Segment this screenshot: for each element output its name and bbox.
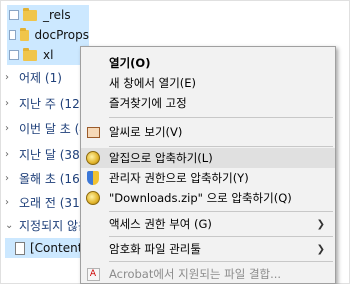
group-header-yesterday[interactable]: › 어제 (1) xyxy=(5,67,62,87)
acrobat-icon: A xyxy=(86,267,100,281)
chevron-right-icon: ❯ xyxy=(316,218,325,230)
group-header-unspecified[interactable]: ⌄ 지정되지 않음 xyxy=(5,215,89,235)
chevron-right-icon[interactable]: › xyxy=(5,173,15,184)
menu-icon-slot xyxy=(81,214,105,234)
group-header-early-this-month[interactable]: › 이번 달 초 (4) xyxy=(5,118,92,138)
folder-label: docProps xyxy=(34,28,89,42)
menu-item-label: 관리자 권한으로 압축하기(Y) xyxy=(109,171,249,185)
menu-item-label: 암호화 파일 관리툴 xyxy=(109,242,201,256)
menu-separator xyxy=(109,236,333,237)
context-menu: 열기(O) 새 창에서 열기(E) 즐겨찾기에 고정 알씨로 보기(V) 알집으… xyxy=(80,46,336,284)
folder-icon xyxy=(19,27,29,41)
menu-item-label: 알씨로 보기(V) xyxy=(109,125,183,139)
admin-shield-icon xyxy=(86,171,100,185)
menu-icon-slot xyxy=(81,188,105,208)
folder-label: _rels xyxy=(43,8,71,22)
alzip-icon xyxy=(86,191,100,205)
menu-icon-slot: A xyxy=(81,264,105,284)
menu-item-label: 액세스 권한 부여 (G) xyxy=(109,217,212,231)
document-icon xyxy=(15,241,25,255)
chevron-right-icon[interactable]: › xyxy=(5,98,15,109)
group-header-long-ago[interactable]: › 오래 전 (319) xyxy=(5,192,92,212)
checkbox[interactable] xyxy=(9,50,19,60)
folder-icon xyxy=(23,47,37,61)
alzip-icon xyxy=(86,151,100,165)
folder-row-docprops[interactable]: docProps xyxy=(7,25,89,45)
menu-item-compress-to-zip[interactable]: "Downloads.zip" 으로 압축하기(Q) xyxy=(81,188,335,208)
menu-icon-slot xyxy=(81,239,105,259)
menu-icon-slot xyxy=(81,73,105,93)
chevron-right-icon[interactable]: › xyxy=(5,123,15,134)
menu-icon-slot xyxy=(81,168,105,188)
menu-separator xyxy=(109,117,333,118)
chevron-right-icon[interactable]: › xyxy=(5,149,15,160)
menu-item-label: 알집으로 압축하기(L) xyxy=(109,151,213,165)
menu-item-pin-favorites[interactable]: 즐겨찾기에 고정 xyxy=(81,93,335,113)
chevron-down-icon[interactable]: ⌄ xyxy=(5,220,15,231)
chevron-right-icon[interactable]: › xyxy=(5,72,15,83)
group-header-early-this-year[interactable]: › 올해 초 (166) xyxy=(5,168,92,188)
menu-item-alsee-view[interactable]: 알씨로 보기(V) xyxy=(81,122,335,142)
menu-item-label: 새 창에서 열기(E) xyxy=(109,76,197,90)
menu-icon-slot xyxy=(81,53,105,73)
folder-icon xyxy=(23,7,37,21)
menu-item-label: "Downloads.zip" 으로 압축하기(Q) xyxy=(109,191,292,205)
checkbox[interactable] xyxy=(9,10,19,20)
menu-icon-slot xyxy=(81,148,105,168)
menu-item-open[interactable]: 열기(O) xyxy=(81,53,335,73)
menu-item-alzip-compress[interactable]: 알집으로 압축하기(L) xyxy=(81,148,335,168)
menu-item-encryption-tool[interactable]: 암호화 파일 관리툴 ❯ xyxy=(81,239,335,259)
group-label: 어제 (1) xyxy=(19,70,62,85)
group-header-last-month[interactable]: › 지난 달 (38) xyxy=(5,144,84,164)
menu-separator xyxy=(109,211,333,212)
chevron-right-icon: ❯ xyxy=(316,243,325,255)
preview-icon xyxy=(86,126,100,138)
menu-item-grant-access[interactable]: 액세스 권한 부여 (G) ❯ xyxy=(81,214,335,234)
menu-icon-slot xyxy=(81,122,105,142)
menu-icon-slot xyxy=(81,93,105,113)
folder-label: xl xyxy=(43,48,54,62)
group-label: 지정되지 않음 xyxy=(19,218,90,233)
menu-item-compress-as-admin[interactable]: 관리자 권한으로 압축하기(Y) xyxy=(81,168,335,188)
folder-row-rels[interactable]: _rels xyxy=(7,5,89,25)
menu-item-label: 열기(O) xyxy=(109,56,151,70)
menu-item-label: 즐겨찾기에 고정 xyxy=(109,96,187,110)
menu-item-label: Acrobat에서 지원되는 파일 결합... xyxy=(109,267,282,281)
group-label: 지난 달 (38) xyxy=(19,147,85,162)
group-label: 지난 주 (12) xyxy=(19,96,85,111)
menu-item-open-new-window[interactable]: 새 창에서 열기(E) xyxy=(81,73,335,93)
folder-row-xl[interactable]: xl xyxy=(7,45,89,65)
menu-item-acrobat-combine[interactable]: A Acrobat에서 지원되는 파일 결합... xyxy=(81,264,335,284)
checkbox[interactable] xyxy=(9,30,16,40)
group-header-last-week[interactable]: › 지난 주 (12) xyxy=(5,93,84,113)
menu-separator xyxy=(109,146,333,147)
chevron-right-icon[interactable]: › xyxy=(5,197,15,208)
menu-separator xyxy=(109,261,333,262)
